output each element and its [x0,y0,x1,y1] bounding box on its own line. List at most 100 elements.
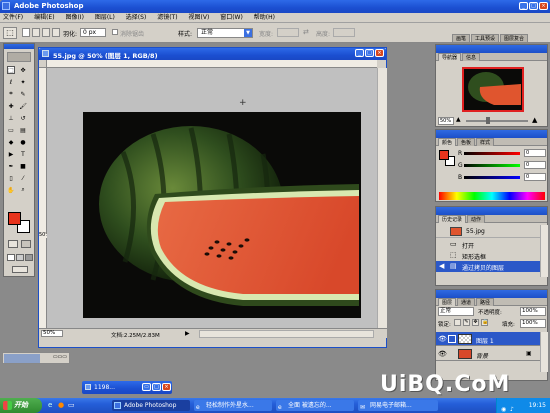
magic-wand-tool-icon[interactable]: ✦ [19,78,27,86]
color-fg-swatch-front[interactable] [439,150,449,160]
menu-window[interactable]: 窗口(W) [220,14,243,21]
taskbar-button-tutorial[interactable]: e 轻松制作外星水... [194,400,272,411]
move-tool-icon[interactable]: ✥ [19,66,27,74]
screen-mode-standard-icon[interactable] [7,254,15,261]
menu-edit[interactable]: 编辑(E) [34,14,54,21]
history-state-marker-icon[interactable]: ◀ [439,262,444,270]
tray-network-icon[interactable]: ◉ [501,402,506,413]
feather-input[interactable]: 0 px [80,28,106,37]
vertical-scrollbar[interactable] [377,68,387,328]
history-snapshot[interactable]: 55.jpg [436,225,540,238]
dock-tab-brushes[interactable]: 画笔 [452,34,471,42]
lock-position-icon[interactable]: ✥ [472,319,479,326]
tab-paths[interactable]: 路径 [476,298,495,306]
min-close-button[interactable]: × [162,383,171,391]
marquee-tool-icon[interactable]: ⬚ [7,66,15,74]
style-select[interactable]: 正常 ▼ [197,28,253,38]
doc-close-button[interactable]: × [375,49,384,57]
taskbar-button-forgotten[interactable]: e 全面 被遗忘的... [276,400,354,411]
brush-tool-icon[interactable]: 🖌 [19,102,27,110]
imageready-icon[interactable] [12,266,28,273]
intersect-selection-icon[interactable] [52,28,60,37]
color-ramp[interactable] [439,192,545,200]
doc-minimize-button[interactable]: _ [355,49,364,57]
tab-swatches[interactable]: 色板 [457,138,476,146]
new-selection-icon[interactable] [22,28,30,37]
history-item[interactable]: ▭ 打开 [436,239,540,250]
taskbar-button-email[interactable]: ✉ 网易电子邮箱... [358,400,438,411]
history-brush-tool-icon[interactable]: ↺ [19,114,27,122]
notes-tool-icon[interactable]: ▯ [7,174,15,182]
stamp-tool-icon[interactable]: ⊥ [7,114,15,122]
navigator-zoom-field[interactable]: 50% [438,117,454,125]
dock-tab-tool-presets[interactable]: 工具预设 [471,34,500,42]
eyedropper-tool-icon[interactable]: ⁄ [19,174,27,182]
minimized-palette[interactable]: ▭▭▭ [2,352,70,364]
maximize-button[interactable]: □ [529,2,538,10]
taskbar-button-photoshop[interactable]: Adobe Photoshop [112,400,190,411]
standard-mode-icon[interactable] [8,240,18,248]
channel-r-slider[interactable] [464,151,520,155]
quicklaunch-desktop-icon[interactable]: ▭ [68,401,75,409]
lasso-tool-icon[interactable]: ℓ [7,78,15,86]
layer-row-selected[interactable]: 👁 图层 1 [436,332,540,346]
menu-help[interactable]: 帮助(H) [254,14,275,21]
navigator-preview[interactable] [462,67,524,112]
gradient-tool-icon[interactable]: ▤ [19,126,27,134]
close-button[interactable]: × [539,2,548,10]
zoom-field[interactable]: 50% [41,330,63,337]
type-tool-icon[interactable]: T [19,150,27,158]
channel-g-value[interactable]: 0 [524,161,546,169]
zoom-out-icon[interactable]: ▲ [456,116,461,123]
tab-info[interactable]: 信息 [462,53,481,61]
visibility-eye-icon[interactable]: 👁 [438,335,447,343]
channel-b-slider[interactable] [464,175,520,179]
visibility-eye-icon[interactable]: 👁 [438,350,447,358]
fill-input[interactable]: 100% [520,319,546,328]
minimized-document-window[interactable]: 1198... ▭ □ × [82,381,172,394]
healing-tool-icon[interactable]: ✚ [7,102,15,110]
foreground-color-swatch-front[interactable] [8,212,21,225]
hand-tool-icon[interactable]: ✋ [7,186,15,194]
menu-view[interactable]: 视图(V) [189,14,210,21]
horizontal-scrollbar[interactable] [199,330,374,338]
restore-button[interactable]: ▭ [142,383,151,391]
opacity-input[interactable]: 100% [520,307,546,316]
layer-row[interactable]: 👁 背景 ▣ [436,347,540,361]
eraser-tool-icon[interactable]: ▭ [7,126,15,134]
width-input[interactable] [277,28,299,37]
lock-paint-icon[interactable]: ✎ [463,319,470,326]
tab-history[interactable]: 历史记录 [438,215,467,223]
chevron-down-icon[interactable]: ▼ [244,29,252,37]
tab-color[interactable]: 颜色 [438,138,457,146]
tab-channels[interactable]: 通道 [457,298,476,306]
crop-tool-icon[interactable]: ⌗ [7,90,15,98]
menu-layer[interactable]: 图层(L) [95,14,115,21]
dock-tab-layer-comps[interactable]: 图层复合 [500,34,529,42]
layers-scrollbar[interactable] [540,332,548,372]
tab-actions[interactable]: 动作 [467,215,486,223]
zoom-tool-icon[interactable]: ⌕ [19,186,27,194]
shape-tool-icon[interactable]: ■ [19,162,27,170]
paintbrush-link-icon[interactable] [448,335,456,343]
history-item[interactable]: ⬚ 矩形选框 [436,250,540,261]
quicklaunch-app-icon[interactable]: ● [58,401,64,409]
dodge-tool-icon[interactable]: ● [19,138,27,146]
screen-mode-full-menu-icon[interactable] [16,254,24,261]
minimized-palette-controls[interactable]: ▭▭▭ [53,354,67,360]
channel-g-slider[interactable] [464,163,520,167]
channel-r-value[interactable]: 0 [524,149,546,157]
navigator-zoom-slider[interactable] [466,120,528,122]
lock-transparency-icon[interactable] [454,319,461,326]
tab-styles[interactable]: 样式 [476,138,495,146]
menu-filter[interactable]: 滤镜(T) [157,14,177,21]
channel-b-value[interactable]: 0 [524,173,546,181]
quicklaunch-ie-icon[interactable]: e [48,401,52,409]
blend-mode-select[interactable]: 正常 [438,307,474,316]
subtract-selection-icon[interactable] [42,28,50,37]
status-menu-arrow-icon[interactable]: ▶ [185,330,190,337]
menu-select[interactable]: 选择(S) [126,14,147,21]
path-selection-tool-icon[interactable]: ▶ [7,150,15,158]
add-selection-icon[interactable] [32,28,40,37]
max-button[interactable]: □ [152,383,161,391]
